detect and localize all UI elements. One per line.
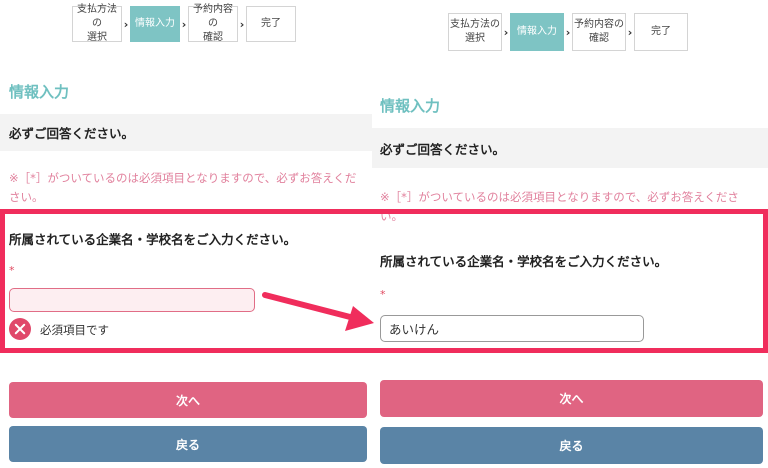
- close-circle-icon: [9, 318, 31, 340]
- question-label: 所属されている企業名・学校名をご入力ください。: [380, 254, 668, 269]
- chevron-right-icon: ›: [123, 17, 129, 31]
- step-progress-bar: 支払方法の 選択 › 情報入力 › 予約内容の 確認 › 完了: [448, 13, 688, 51]
- step-progress-bar: 支払方法の 選択 › 情報入力 › 予約内容の 確認 › 完了: [72, 4, 296, 43]
- back-button[interactable]: 戻る: [380, 427, 763, 464]
- page-title: 情報入力: [9, 83, 70, 101]
- chevron-right-icon: ›: [503, 25, 509, 39]
- page-title: 情報入力: [380, 97, 441, 115]
- required-mark: *: [9, 264, 15, 277]
- step-confirm: 予約内容の 確認: [572, 13, 626, 51]
- chevron-right-icon: ›: [565, 25, 571, 39]
- step-payment-method: 支払方法の 選択: [72, 4, 122, 43]
- left-form-panel: 支払方法の 選択 › 情報入力 › 予約内容の 確認 › 完了 情報入力 必ずご回答…: [0, 0, 372, 468]
- required-band: 必ずご回答ください。: [0, 114, 372, 151]
- question-label: 所属されている企業名・学校名をご入力ください。: [9, 232, 297, 247]
- error-message: 必須項目です: [40, 323, 109, 337]
- step-confirm: 予約内容の 確認: [188, 4, 238, 43]
- company-school-input[interactable]: あいけん: [380, 315, 644, 342]
- chevron-right-icon: ›: [627, 25, 633, 39]
- next-button[interactable]: 次へ: [380, 380, 763, 417]
- step-info-input: 情報入力: [130, 6, 180, 42]
- arrow-right-icon: [262, 292, 374, 331]
- chevron-right-icon: ›: [239, 17, 245, 31]
- step-complete: 完了: [246, 6, 296, 42]
- step-payment-method: 支払方法の 選択: [448, 13, 502, 51]
- next-button[interactable]: 次へ: [9, 382, 367, 418]
- step-info-input: 情報入力: [510, 13, 564, 51]
- step-complete: 完了: [634, 13, 688, 51]
- required-band: 必ずご回答ください。: [372, 128, 768, 168]
- back-button[interactable]: 戻る: [9, 426, 367, 462]
- company-school-input[interactable]: [9, 288, 255, 312]
- chevron-right-icon: ›: [181, 17, 187, 31]
- right-form-panel: 支払方法の 選択 › 情報入力 › 予約内容の 確認 › 完了 情報入力 必ずご回答…: [372, 0, 768, 468]
- required-notice: ※［*］がついているのは必須項目となりますので、必ずお答えください。: [380, 190, 739, 223]
- required-notice: ※［*］がついているのは必須項目となりますので、必ずお答えください。: [9, 171, 357, 204]
